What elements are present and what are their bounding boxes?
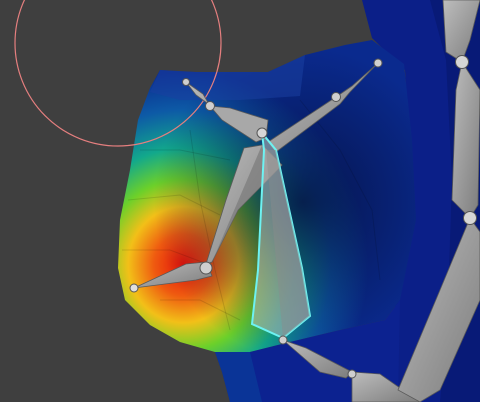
joint[interactable]: [199, 261, 213, 275]
joint[interactable]: [205, 101, 215, 111]
joint[interactable]: [278, 335, 288, 345]
joint[interactable]: [455, 55, 469, 69]
joint[interactable]: [463, 211, 477, 225]
3d-viewport[interactable]: [0, 0, 480, 402]
joint[interactable]: [373, 58, 383, 68]
joint[interactable]: [331, 92, 341, 102]
joint[interactable]: [182, 78, 190, 86]
joint[interactable]: [347, 369, 357, 379]
joint[interactable]: [129, 283, 139, 293]
joint[interactable]: [256, 127, 268, 139]
viewport-canvas[interactable]: [0, 0, 480, 402]
